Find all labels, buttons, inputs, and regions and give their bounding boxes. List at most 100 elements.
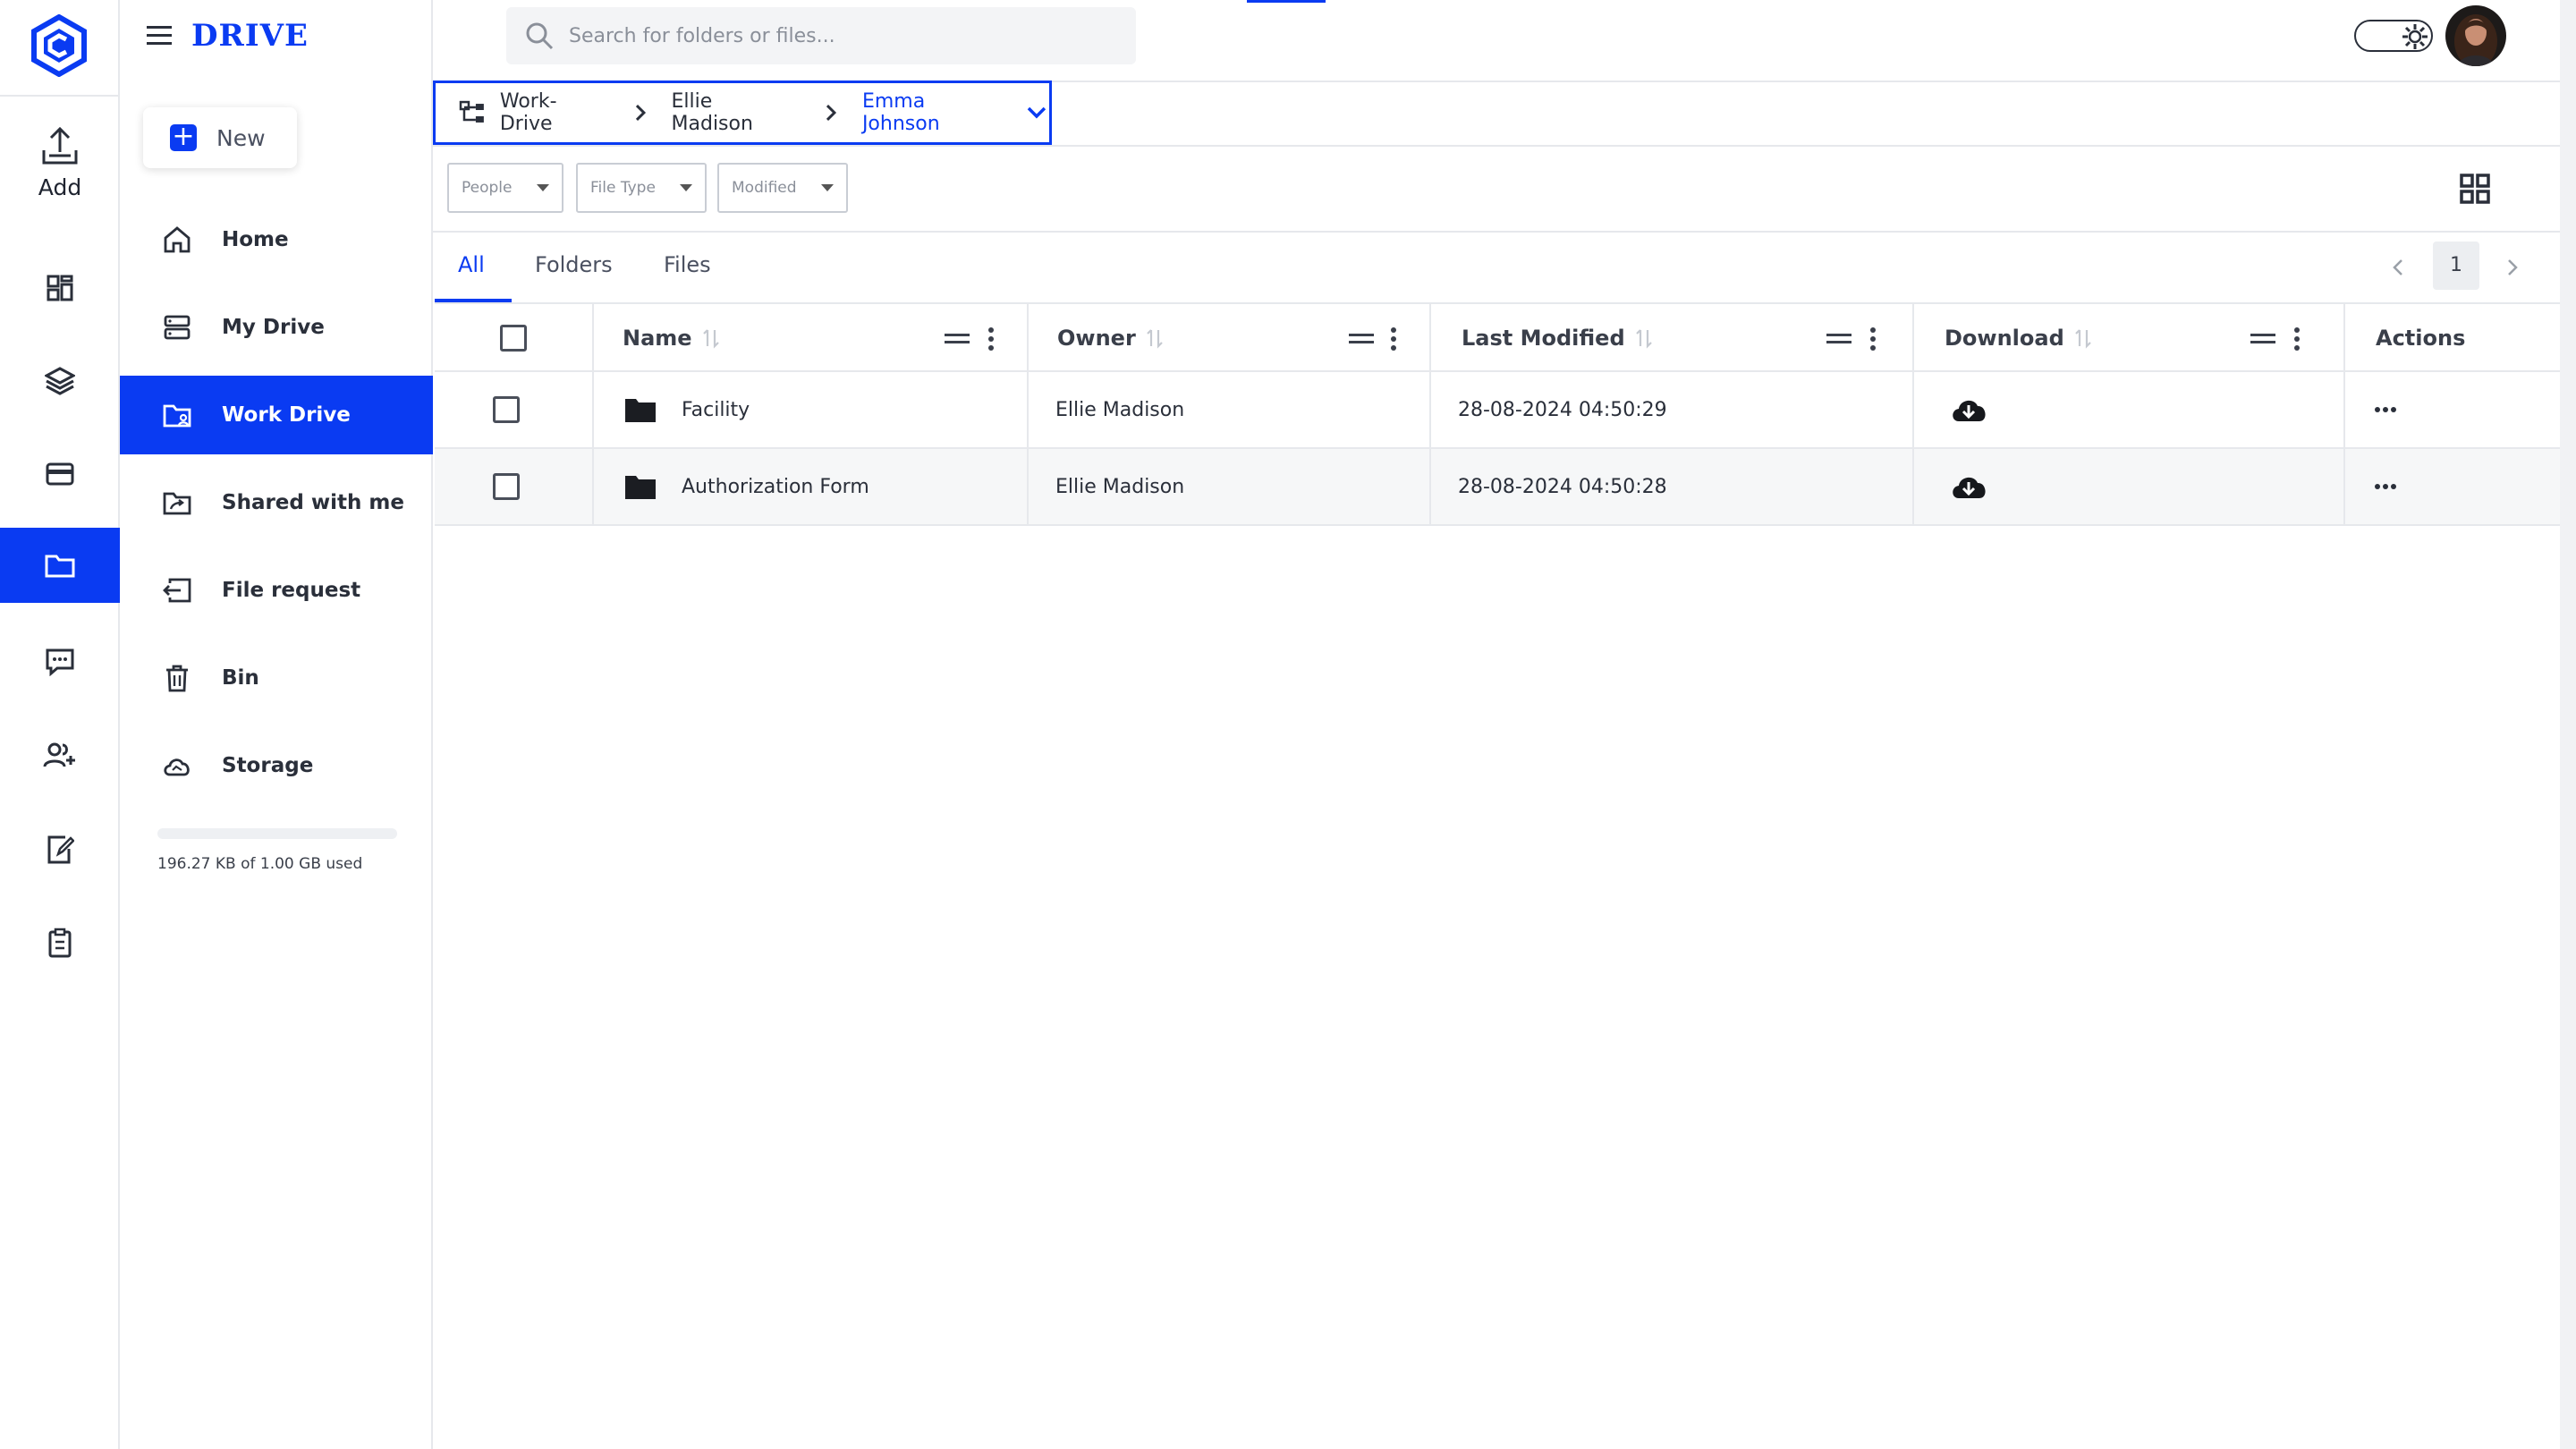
chevron-left-icon[interactable]	[2386, 254, 2410, 281]
chevron-right-icon[interactable]	[2501, 254, 2524, 281]
select-all-checkbox[interactable]	[500, 325, 527, 352]
column-header-label: Actions	[2376, 326, 2466, 351]
rail-files[interactable]	[0, 528, 120, 603]
table-row[interactable]: Facility Ellie Madison 28-08-2024 04:50:…	[435, 372, 2560, 449]
row-select-cell	[435, 372, 594, 447]
sidebar-item-storage[interactable]: Storage	[120, 726, 433, 805]
chevron-down-icon[interactable]	[1024, 100, 1049, 125]
modified-date: 28-08-2024 04:50:28	[1458, 475, 1667, 498]
column-header-label: Download	[1945, 326, 2064, 351]
sidebar-item-work-drive[interactable]: Work Drive	[120, 376, 433, 454]
add-button[interactable]: Add	[0, 125, 120, 215]
bin-icon	[166, 665, 188, 692]
settings-toggle[interactable]	[2354, 20, 2433, 52]
column-header-label: Last Modified	[1462, 326, 1625, 351]
breadcrumb-divider	[433, 145, 2560, 147]
rail-users[interactable]	[0, 717, 120, 792]
owner-name: Ellie Madison	[1055, 475, 1185, 498]
top-accent-line	[1247, 0, 1326, 3]
sidebar-item-bin[interactable]: Bin	[120, 639, 433, 717]
column-drag-icon[interactable]	[2250, 333, 2275, 345]
column-menu-icon[interactable]	[1869, 326, 1877, 352]
page-scrollbar[interactable]	[2560, 0, 2576, 1449]
app-title: DRIVE	[191, 18, 309, 54]
breadcrumb-ellie-madison[interactable]: Ellie Madison	[672, 90, 801, 135]
breadcrumb-emma-johnson[interactable]: Emma Johnson	[862, 90, 1008, 135]
user-avatar[interactable]	[2445, 5, 2506, 66]
upload-icon	[42, 126, 78, 165]
table-row[interactable]: Authorization Form Ellie Madison 28-08-2…	[435, 449, 2560, 526]
modified-filter[interactable]: Modified	[717, 163, 848, 213]
header-last-modified[interactable]: Last Modified	[1431, 304, 1914, 372]
storage-usage-text: 196.27 KB of 1.00 GB used	[157, 855, 363, 873]
column-drag-icon[interactable]	[1826, 333, 1852, 345]
column-header-label: Owner	[1057, 326, 1136, 351]
rail-chat[interactable]	[0, 624, 120, 699]
hamburger-menu-icon[interactable]	[145, 23, 174, 48]
modified-cell: 28-08-2024 04:50:28	[1431, 449, 1914, 524]
search-box[interactable]	[506, 7, 1136, 64]
cloud-download-icon[interactable]	[1950, 471, 1987, 502]
sidebar-item-file-request[interactable]: File request	[120, 551, 433, 630]
new-button[interactable]: + New	[143, 107, 297, 168]
plus-icon: +	[170, 123, 197, 151]
header-select-cell	[435, 304, 594, 372]
modified-filter-label: Modified	[732, 179, 797, 197]
more-actions-icon[interactable]	[2374, 406, 2397, 413]
rail-dashboard[interactable]	[0, 250, 120, 326]
name-cell[interactable]: Authorization Form	[594, 449, 1029, 524]
breadcrumb-work-drive[interactable]: Work-Drive	[500, 90, 609, 135]
tab-all[interactable]: All	[458, 252, 485, 277]
gear-icon	[2402, 24, 2428, 49]
hierarchy-icon	[459, 100, 484, 123]
column-menu-icon[interactable]	[1390, 326, 1397, 352]
rail-card[interactable]	[0, 436, 120, 512]
rail-clipboard[interactable]	[0, 905, 120, 980]
header-name[interactable]: Name	[594, 304, 1029, 372]
sidebar-item-my-drive[interactable]: My Drive	[120, 288, 433, 367]
sidebar-item-label: My Drive	[222, 316, 325, 339]
brand: DRIVE	[145, 14, 309, 57]
file-type-filter[interactable]: File Type	[576, 163, 707, 213]
file-request-icon	[163, 578, 191, 603]
sidebar-item-label: Shared with me	[222, 491, 404, 514]
breadcrumb: Work-Drive Ellie Madison Emma Johnson	[433, 80, 1052, 145]
sidebar-item-label: Home	[222, 228, 289, 251]
download-cell	[1914, 449, 2345, 524]
header-download[interactable]: Download	[1914, 304, 2345, 372]
folder-icon	[625, 399, 656, 422]
sidebar: DRIVE + New Home My Drive Work Drive Sha…	[120, 0, 433, 1449]
sort-icon[interactable]	[701, 326, 721, 350]
tab-files[interactable]: Files	[664, 252, 711, 277]
work-folder-icon	[163, 404, 191, 428]
column-drag-icon[interactable]	[1349, 333, 1374, 345]
rail-layers[interactable]	[0, 343, 120, 419]
sidebar-item-shared[interactable]: Shared with me	[120, 463, 433, 542]
app-logo-icon[interactable]	[30, 14, 88, 77]
column-menu-icon[interactable]	[987, 326, 995, 352]
tab-folders[interactable]: Folders	[535, 252, 613, 277]
column-drag-icon[interactable]	[945, 333, 970, 345]
row-checkbox[interactable]	[493, 396, 520, 423]
sidebar-item-home[interactable]: Home	[120, 200, 433, 279]
name-cell[interactable]: Facility	[594, 372, 1029, 447]
rail-edit-doc[interactable]	[0, 812, 120, 887]
chat-icon	[46, 648, 74, 676]
sort-icon[interactable]	[2073, 326, 2093, 350]
shared-folder-icon	[163, 492, 191, 515]
row-checkbox[interactable]	[493, 473, 520, 500]
cloud-download-icon[interactable]	[1950, 394, 1987, 425]
column-menu-icon[interactable]	[2293, 326, 2301, 352]
sort-icon[interactable]	[1145, 326, 1165, 350]
sort-icon[interactable]	[1634, 326, 1654, 350]
more-actions-icon[interactable]	[2374, 483, 2397, 490]
add-label: Add	[38, 174, 82, 200]
home-icon	[164, 226, 191, 253]
people-filter[interactable]: People	[447, 163, 564, 213]
grid-view-icon[interactable]	[2460, 174, 2490, 204]
page-number[interactable]: 1	[2433, 242, 2479, 290]
file-name: Authorization Form	[682, 475, 869, 498]
search-input[interactable]	[569, 24, 1106, 47]
actions-cell	[2345, 449, 2560, 524]
header-owner[interactable]: Owner	[1029, 304, 1431, 372]
